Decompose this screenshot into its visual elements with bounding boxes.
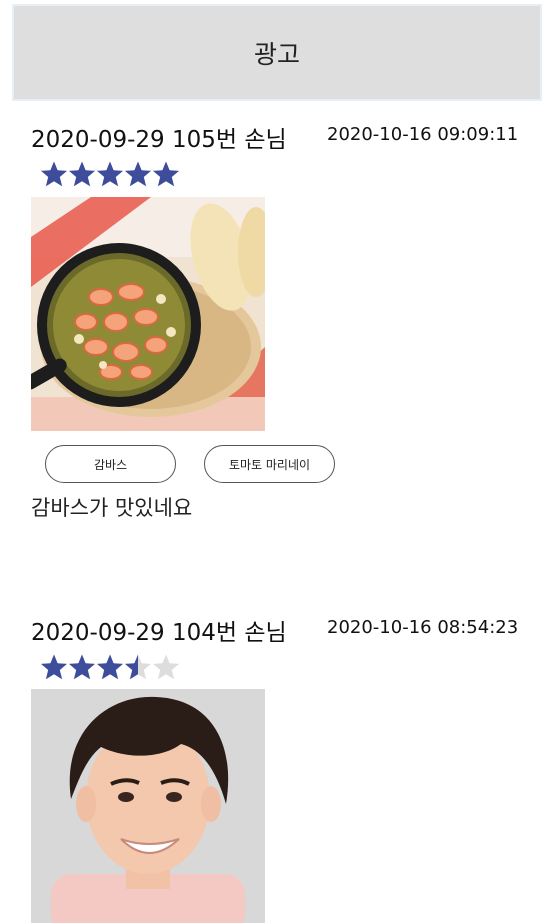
review-title: 2020-09-29 104번 손님 [31, 620, 287, 646]
review-title: 2020-09-29 105번 손님 [31, 127, 287, 153]
review-timestamp: 2020-10-16 09:09:11 [327, 124, 519, 145]
star-icon [152, 653, 180, 681]
ad-label: 광고 [253, 39, 300, 69]
ad-banner[interactable]: 광고 [12, 4, 542, 101]
menu-tag[interactable]: 토마토 마리네이 [204, 445, 335, 483]
review-photo[interactable] [31, 197, 265, 431]
star-icon [68, 653, 96, 681]
menu-tag[interactable]: 감바스 [45, 445, 176, 483]
star-icon [96, 160, 124, 188]
person-photo-icon [31, 689, 265, 923]
star-icon [40, 160, 68, 188]
garlic-shrimp-photo-icon [31, 197, 265, 431]
star-icon [40, 653, 68, 681]
review-text: 감바스가 맛있네요 [31, 496, 193, 520]
star-icon [124, 160, 152, 188]
star-icon [68, 160, 96, 188]
star-rating [40, 160, 180, 188]
review-photo[interactable] [31, 689, 265, 923]
menu-tags: 감바스 토마토 마리네이 [45, 445, 335, 483]
star-rating [40, 653, 180, 681]
star-icon [124, 653, 152, 681]
review-timestamp: 2020-10-16 08:54:23 [327, 617, 519, 638]
star-icon [152, 160, 180, 188]
star-icon [96, 653, 124, 681]
